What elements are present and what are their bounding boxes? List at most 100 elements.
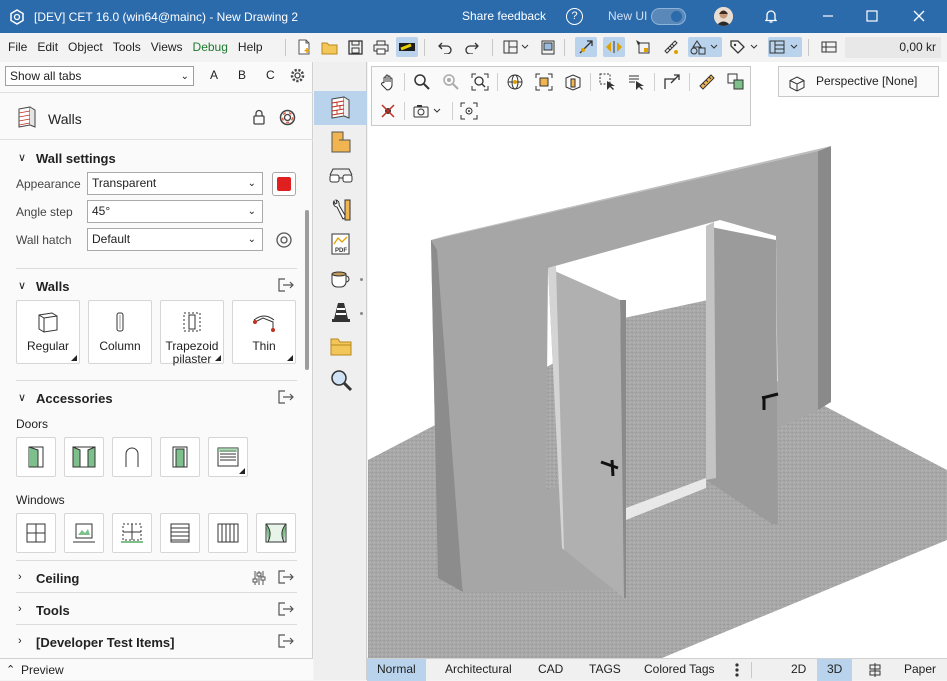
hatch-settings-icon[interactable]: [275, 231, 293, 249]
tab-traffic-cone[interactable]: [314, 295, 367, 329]
menu-help[interactable]: Help: [233, 40, 268, 54]
menu-file[interactable]: File: [3, 40, 32, 54]
tab-pdf[interactable]: PDF: [314, 227, 367, 261]
window-vertical-blinds-tile[interactable]: [208, 513, 248, 553]
filter-c-button[interactable]: C: [266, 68, 275, 82]
help-ring-icon[interactable]: [279, 109, 296, 126]
orbit-globe-icon[interactable]: [504, 71, 526, 93]
open-folder-icon[interactable]: [318, 37, 340, 57]
pop-out-icon[interactable]: [277, 390, 295, 406]
delete-tool-icon[interactable]: [377, 100, 399, 122]
wall-settings-section-header[interactable]: ∨ Wall settings: [0, 145, 305, 171]
ruler-icon[interactable]: [696, 71, 718, 93]
ceiling-section-header[interactable]: › Ceiling: [0, 565, 305, 591]
tab-walls[interactable]: [314, 91, 367, 125]
zoom-window-icon[interactable]: [440, 71, 462, 93]
tab-tools[interactable]: [314, 193, 367, 227]
camera-dropdown-icon[interactable]: [411, 100, 447, 122]
view-3d-button[interactable]: 3D: [817, 659, 853, 681]
panel-scrollbar[interactable]: [305, 210, 309, 370]
book-icon[interactable]: [537, 37, 559, 57]
tab-filter-select[interactable]: Show all tabs ⌄: [5, 66, 194, 86]
walk-view-icon[interactable]: [562, 71, 584, 93]
zoom-icon[interactable]: [411, 71, 433, 93]
door-double-tile[interactable]: [64, 437, 104, 477]
tab-normal[interactable]: Normal: [367, 659, 426, 681]
pop-out-icon[interactable]: [277, 570, 295, 586]
tab-colored-tags[interactable]: Colored Tags: [634, 659, 725, 681]
preview-toggle[interactable]: ⌃ Preview: [0, 658, 313, 680]
notifications-bell-icon[interactable]: [763, 8, 779, 24]
3d-viewport[interactable]: [368, 62, 947, 658]
close-button[interactable]: [909, 6, 929, 26]
menu-object[interactable]: Object: [63, 40, 108, 54]
filter-b-button[interactable]: B: [238, 68, 246, 82]
view-2d-button[interactable]: 2D: [781, 659, 816, 681]
wall-hatch-select[interactable]: Default ⌄: [87, 228, 263, 251]
new-drawing-icon[interactable]: [293, 37, 315, 57]
menu-tools[interactable]: Tools: [108, 40, 146, 54]
highlight-tool-icon[interactable]: [396, 37, 418, 57]
accessories-section-header[interactable]: ∨ Accessories: [0, 385, 305, 411]
window-curtain-tile[interactable]: [256, 513, 296, 553]
new-ui-toggle[interactable]: [651, 8, 686, 25]
mirror-tool-icon[interactable]: [603, 37, 625, 57]
tab-tags[interactable]: TAGS: [579, 659, 631, 681]
select-area-icon[interactable]: [632, 37, 654, 57]
tab-coffee[interactable]: [314, 261, 367, 295]
snap-tool-icon[interactable]: [575, 37, 597, 57]
angle-step-select[interactable]: 45° ⌄: [87, 200, 263, 223]
tab-3d-glasses[interactable]: [314, 159, 367, 193]
appearance-select[interactable]: Transparent ⌄: [87, 172, 263, 195]
wall-thin-tile[interactable]: Thin: [232, 300, 296, 364]
move-tool-icon[interactable]: [661, 71, 683, 93]
door-arch-tile[interactable]: [112, 437, 152, 477]
redo-icon[interactable]: [461, 37, 483, 57]
share-feedback-link[interactable]: Share feedback: [462, 9, 546, 23]
wall-trapezoid-pilaster-tile[interactable]: Trapezoid pilaster: [160, 300, 224, 366]
menu-debug[interactable]: Debug: [188, 40, 233, 54]
wall-regular-tile[interactable]: Regular: [16, 300, 80, 364]
undo-icon[interactable]: [434, 37, 456, 57]
maximize-button[interactable]: [862, 6, 882, 26]
help-button[interactable]: ?: [566, 8, 583, 25]
perspective-button[interactable]: Perspective [None]: [778, 66, 939, 97]
paper-button[interactable]: Paper: [894, 659, 936, 681]
tab-architectural[interactable]: Architectural: [435, 659, 522, 681]
measure-tool-icon[interactable]: [660, 37, 682, 57]
settings-gear-icon[interactable]: [289, 67, 306, 84]
save-icon[interactable]: [344, 37, 366, 57]
select-cursor-icon[interactable]: [597, 71, 619, 93]
user-avatar[interactable]: [714, 7, 733, 26]
print-icon[interactable]: [370, 37, 392, 57]
more-options-icon[interactable]: [734, 662, 740, 678]
lock-icon[interactable]: [252, 109, 266, 125]
window-cross-tile[interactable]: [16, 513, 56, 553]
filter-a-button[interactable]: A: [210, 68, 218, 82]
columns-dropdown-icon[interactable]: [768, 37, 802, 57]
layout-dropdown-icon[interactable]: [502, 37, 532, 57]
copy-transform-icon[interactable]: [725, 71, 747, 93]
menu-views[interactable]: Views: [146, 40, 188, 54]
pop-out-icon[interactable]: [277, 602, 295, 618]
minimize-button[interactable]: [818, 6, 838, 26]
shapes-dropdown-icon[interactable]: [688, 37, 722, 57]
sliders-icon[interactable]: [251, 570, 267, 586]
capture-view-icon[interactable]: [458, 100, 480, 122]
zoom-extents-icon[interactable]: [469, 71, 491, 93]
menu-edit[interactable]: Edit: [32, 40, 63, 54]
tab-cad[interactable]: CAD: [528, 659, 573, 681]
pop-out-icon[interactable]: [277, 634, 295, 650]
window-blinds-tile[interactable]: [160, 513, 200, 553]
split-view-icon[interactable]: [867, 662, 883, 678]
pan-hand-icon[interactable]: [377, 71, 399, 93]
window-grid-tile[interactable]: [112, 513, 152, 553]
price-list-icon[interactable]: [818, 37, 840, 57]
select-list-icon[interactable]: [626, 71, 648, 93]
walls-section-header[interactable]: ∨ Walls: [0, 273, 305, 299]
window-picture-tile[interactable]: [64, 513, 104, 553]
door-sliding-tile[interactable]: [160, 437, 200, 477]
pop-out-icon[interactable]: [277, 278, 295, 294]
wall-color-button[interactable]: [272, 172, 296, 196]
tools-section-header[interactable]: › Tools: [0, 597, 305, 623]
